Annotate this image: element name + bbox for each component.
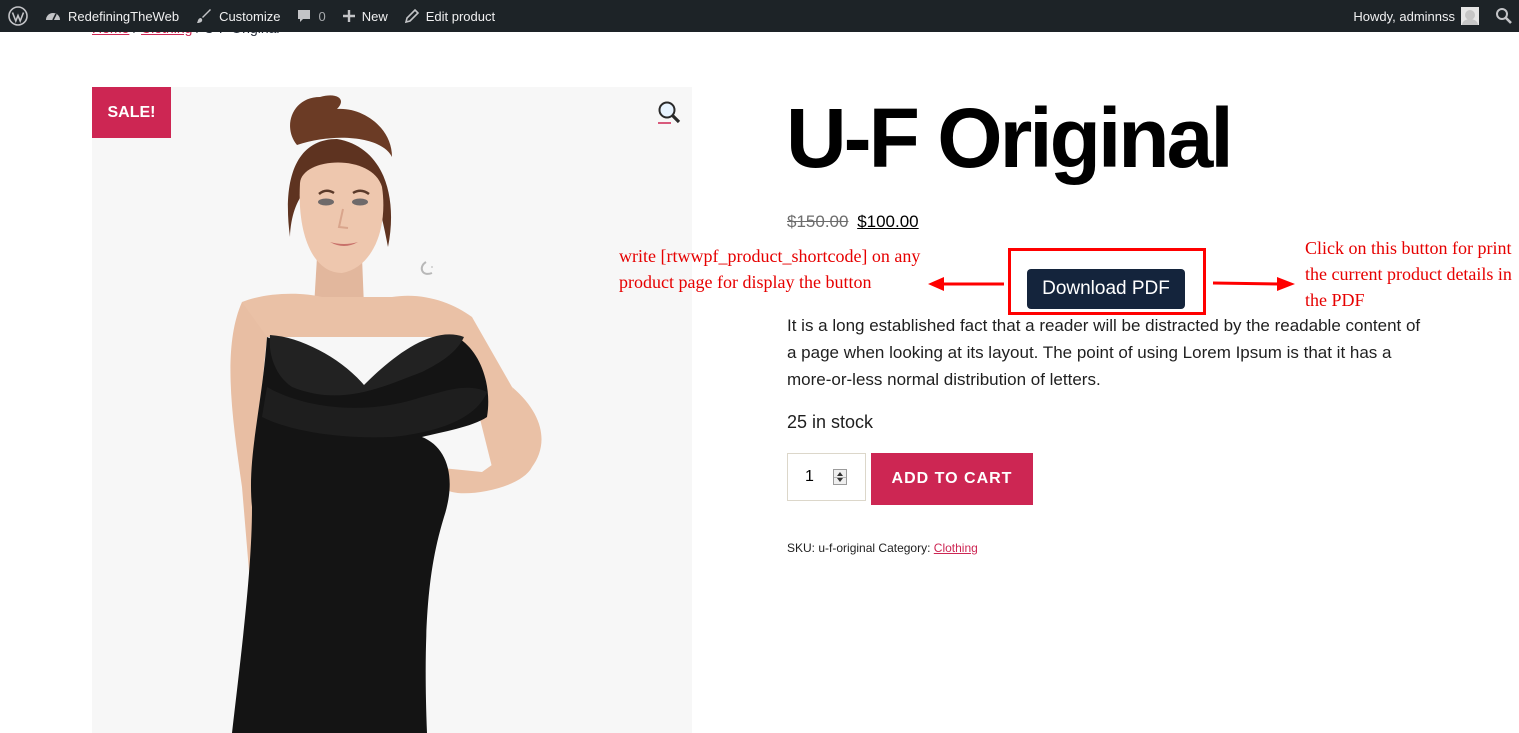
sale-price: $100.00 bbox=[857, 212, 919, 231]
arrow-left-icon bbox=[928, 277, 1004, 291]
admin-bar: RedefiningTheWeb Customize 0 New Edit pr… bbox=[0, 0, 1519, 32]
product-title: U-F Original bbox=[786, 91, 1234, 185]
category-label: Category: bbox=[878, 541, 931, 555]
comments-count: 0 bbox=[318, 8, 326, 24]
spinner-arrows-icon[interactable] bbox=[833, 469, 847, 485]
customize-menu[interactable]: Customize bbox=[187, 0, 288, 32]
sku-label: SKU: bbox=[787, 541, 816, 555]
wordpress-logo-icon[interactable] bbox=[0, 0, 36, 32]
search-icon bbox=[1496, 8, 1512, 24]
comments-menu[interactable]: 0 bbox=[288, 0, 333, 32]
pencil-icon bbox=[404, 8, 419, 24]
quantity-stepper[interactable]: 1 bbox=[787, 453, 866, 501]
avatar bbox=[1461, 7, 1479, 25]
regular-price: $150.00 bbox=[787, 212, 849, 231]
stock-status: 25 in stock bbox=[787, 412, 874, 432]
brush-icon bbox=[197, 9, 212, 23]
plus-icon bbox=[342, 10, 355, 22]
sku-value: u-f-original bbox=[818, 541, 876, 555]
annotation-shortcode-note: write [rtwwpf_product_shortcode] on any … bbox=[619, 246, 921, 292]
search-button[interactable] bbox=[1487, 0, 1519, 32]
product-description: It is a long established fact that a rea… bbox=[787, 316, 1421, 389]
comment-icon bbox=[298, 10, 311, 22]
edit-product-label: Edit product bbox=[425, 8, 496, 24]
site-name-label: RedefiningTheWeb bbox=[68, 8, 180, 24]
product-image[interactable] bbox=[92, 87, 692, 733]
account-menu[interactable]: Howdy, adminnss bbox=[1345, 0, 1487, 32]
dashboard-icon bbox=[46, 13, 60, 21]
quantity-value: 1 bbox=[805, 468, 814, 485]
product-price: $150.00 $100.00 bbox=[787, 212, 919, 232]
add-to-cart-button[interactable]: ADD TO CART bbox=[871, 453, 1033, 505]
category-link[interactable]: Clothing bbox=[934, 541, 978, 555]
sale-badge: SALE! bbox=[92, 87, 171, 138]
download-pdf-button[interactable]: Download PDF bbox=[1027, 269, 1185, 309]
customize-label: Customize bbox=[219, 8, 281, 24]
site-name-menu[interactable]: RedefiningTheWeb bbox=[36, 0, 187, 32]
howdy-label: Howdy, adminnss bbox=[1353, 8, 1455, 24]
new-label: New bbox=[361, 8, 388, 24]
product-meta: SKU: u-f-original Category: Clothing bbox=[787, 541, 978, 555]
model-photo bbox=[92, 87, 692, 733]
arrow-right-icon bbox=[1212, 277, 1295, 291]
zoom-icon[interactable] bbox=[656, 99, 682, 125]
edit-product-menu[interactable]: Edit product bbox=[396, 0, 503, 32]
annotation-button-note: Click on this button for print the curre… bbox=[1305, 238, 1512, 310]
new-content-menu[interactable]: New bbox=[334, 0, 396, 32]
